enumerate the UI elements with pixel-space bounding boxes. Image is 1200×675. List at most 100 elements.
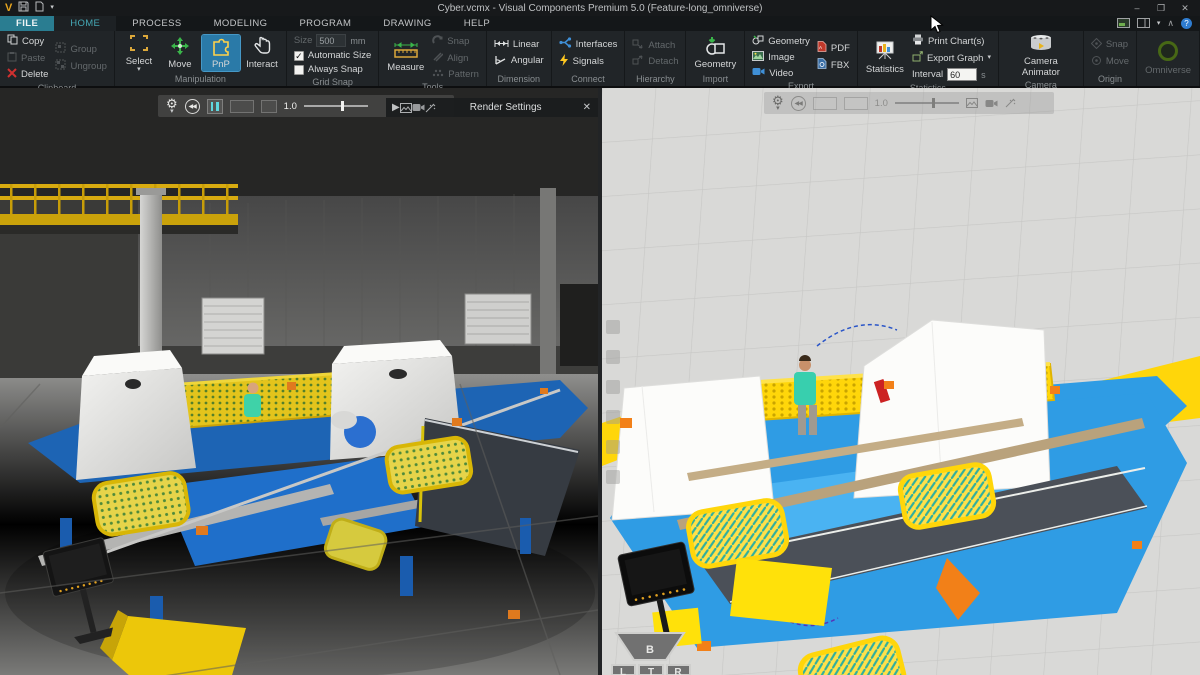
attach-label: Attach (648, 40, 675, 51)
align-button[interactable]: Align (430, 50, 481, 66)
snap-button[interactable]: Snap (430, 33, 481, 49)
pause-button[interactable] (813, 97, 837, 110)
interfaces-button[interactable]: Interfaces (557, 36, 620, 52)
measure-button[interactable]: Measure (384, 40, 427, 75)
screenshot-icon[interactable] (400, 103, 412, 113)
select-dropdown-icon[interactable]: ▾ (137, 68, 141, 72)
title-bar: V ▾ Cyber.vcmx - Visual Components Premi… (0, 0, 1200, 16)
tab-file[interactable]: FILE (0, 16, 54, 31)
export-graph-dropdown-icon[interactable]: ▾ (987, 56, 991, 60)
app-logo-icon[interactable]: V (5, 2, 12, 14)
nav-cube-face-right[interactable]: R (674, 667, 682, 675)
linear-button[interactable]: Linear (492, 38, 546, 52)
automatic-size-checkbox[interactable]: ✓ Automatic Size (292, 49, 373, 62)
safety-mat-right[interactable] (385, 436, 473, 494)
minimize-button[interactable]: – (1126, 1, 1148, 15)
always-snap-checkbox[interactable]: ✓ Always Snap (292, 63, 373, 76)
left-viewport-scene[interactable] (0, 88, 598, 675)
pause-button[interactable] (207, 99, 223, 114)
attach-button[interactable]: Attach (630, 38, 680, 53)
nav-cube-face-top[interactable]: T (648, 667, 654, 675)
print-charts-button[interactable]: Print Chart(s) (910, 33, 993, 49)
viewport-settings-gear-icon[interactable]: ⚙▾ (772, 95, 784, 111)
right-viewport-scene[interactable]: B L T R (602, 88, 1200, 675)
help-icon[interactable]: ? (1181, 18, 1192, 29)
interact-button[interactable]: Interact (243, 35, 281, 72)
signals-button[interactable]: Signals (557, 53, 620, 70)
machine-housing-left[interactable] (76, 350, 196, 480)
layout-restore-icon[interactable] (1117, 18, 1130, 30)
left-3d-viewport[interactable]: ⚙▾ ◀◀ 1.0 ▶ Render Settings ✕ (0, 88, 598, 675)
dimension-group-label: Dimension (492, 73, 546, 86)
ungroup-label: Ungroup (70, 61, 106, 72)
grid-size-input[interactable] (316, 34, 346, 47)
align-icon (432, 51, 443, 65)
speed-slider[interactable] (304, 105, 368, 107)
export-geometry-button[interactable]: Geometry (750, 33, 812, 49)
export-pdf-button[interactable]: A PDF (815, 40, 852, 56)
restore-button[interactable]: ❐ (1150, 1, 1172, 15)
pattern-button[interactable]: Pattern (430, 67, 481, 81)
right-3d-viewport[interactable]: B L T R ⚙▾ ◀◀ 1.0 (602, 88, 1200, 675)
record-video-icon[interactable] (985, 99, 998, 108)
viewport-settings-gear-icon[interactable]: ⚙▾ (166, 98, 178, 114)
quick-access-dropdown-icon[interactable]: ▾ (50, 6, 54, 10)
detach-button[interactable]: Detach (630, 54, 680, 69)
yellow-panel-front[interactable] (730, 558, 832, 626)
housing-left-schematic[interactable] (612, 376, 774, 520)
layout-panels-icon[interactable] (1137, 18, 1150, 30)
export-graph-button[interactable]: Export Graph ▾ (910, 50, 993, 66)
nav-cube-face-left[interactable]: L (620, 667, 626, 675)
hierarchy-group-label: Hierarchy (630, 73, 680, 86)
pnp-button[interactable]: PnP (202, 35, 240, 72)
select-icon (129, 34, 149, 55)
interval-input[interactable] (947, 68, 977, 81)
ribbon: Copy Paste Delete Group (0, 31, 1200, 88)
select-button[interactable]: Select ▾ (120, 33, 158, 73)
origin-move-button[interactable]: Move (1089, 54, 1131, 70)
collapse-ribbon-icon[interactable]: ∧ (1167, 18, 1174, 29)
play-icon[interactable]: ▶ (386, 102, 400, 113)
record-video-icon[interactable] (412, 103, 425, 112)
origin-snap-button[interactable]: Snap (1089, 37, 1131, 53)
sim-mode-button[interactable] (261, 100, 277, 113)
statistics-button[interactable]: Statistics (863, 39, 907, 76)
group-button[interactable]: Group (53, 41, 108, 57)
reset-simulation-button[interactable]: ◀◀ (791, 96, 806, 111)
omniverse-button[interactable]: Omniverse (1142, 39, 1194, 78)
reset-simulation-button[interactable]: ◀◀ (185, 99, 200, 114)
screenshot-icon[interactable] (966, 98, 978, 108)
nav-cube-face-back[interactable]: B (646, 644, 654, 656)
tab-home[interactable]: HOME (54, 16, 116, 31)
export-image-button[interactable]: Image (750, 50, 812, 65)
new-file-icon[interactable] (35, 1, 44, 15)
angular-button[interactable]: Angular (492, 53, 546, 69)
delete-button[interactable]: Delete (5, 67, 50, 82)
image-icon (752, 51, 764, 64)
save-icon[interactable] (18, 1, 29, 15)
export-fbx-button[interactable]: FBX (815, 57, 852, 73)
speed-slider[interactable] (895, 102, 959, 104)
render-settings-panel[interactable]: ▶ Render Settings ✕ (386, 98, 598, 117)
layout-dropdown-icon[interactable]: ▾ (1157, 22, 1161, 26)
tab-process[interactable]: PROCESS (116, 16, 197, 31)
tab-help[interactable]: HELP (448, 16, 506, 31)
copy-button[interactable]: Copy (5, 33, 50, 49)
always-snap-label: Always Snap (308, 64, 363, 75)
paste-button[interactable]: Paste (5, 50, 50, 66)
origin-group-label: Origin (1089, 73, 1131, 86)
render-settings-close-icon[interactable]: ✕ (576, 102, 598, 113)
close-button[interactable]: ✕ (1174, 1, 1196, 15)
tab-program[interactable]: PROGRAM (283, 16, 367, 31)
ungroup-button[interactable]: Ungroup (53, 58, 108, 74)
angular-label: Angular (511, 55, 544, 66)
tab-drawing[interactable]: DRAWING (367, 16, 447, 31)
import-geometry-button[interactable]: Geometry (691, 35, 739, 72)
effects-icon[interactable] (1005, 98, 1016, 108)
move-button[interactable]: Move (161, 35, 199, 72)
snap-label: Snap (447, 36, 469, 47)
effects-icon[interactable] (425, 103, 436, 113)
camera-animator-button[interactable]: Camera Animator (1004, 33, 1078, 79)
tab-modeling[interactable]: MODELING (198, 16, 284, 31)
export-video-button[interactable]: Video (750, 66, 812, 80)
